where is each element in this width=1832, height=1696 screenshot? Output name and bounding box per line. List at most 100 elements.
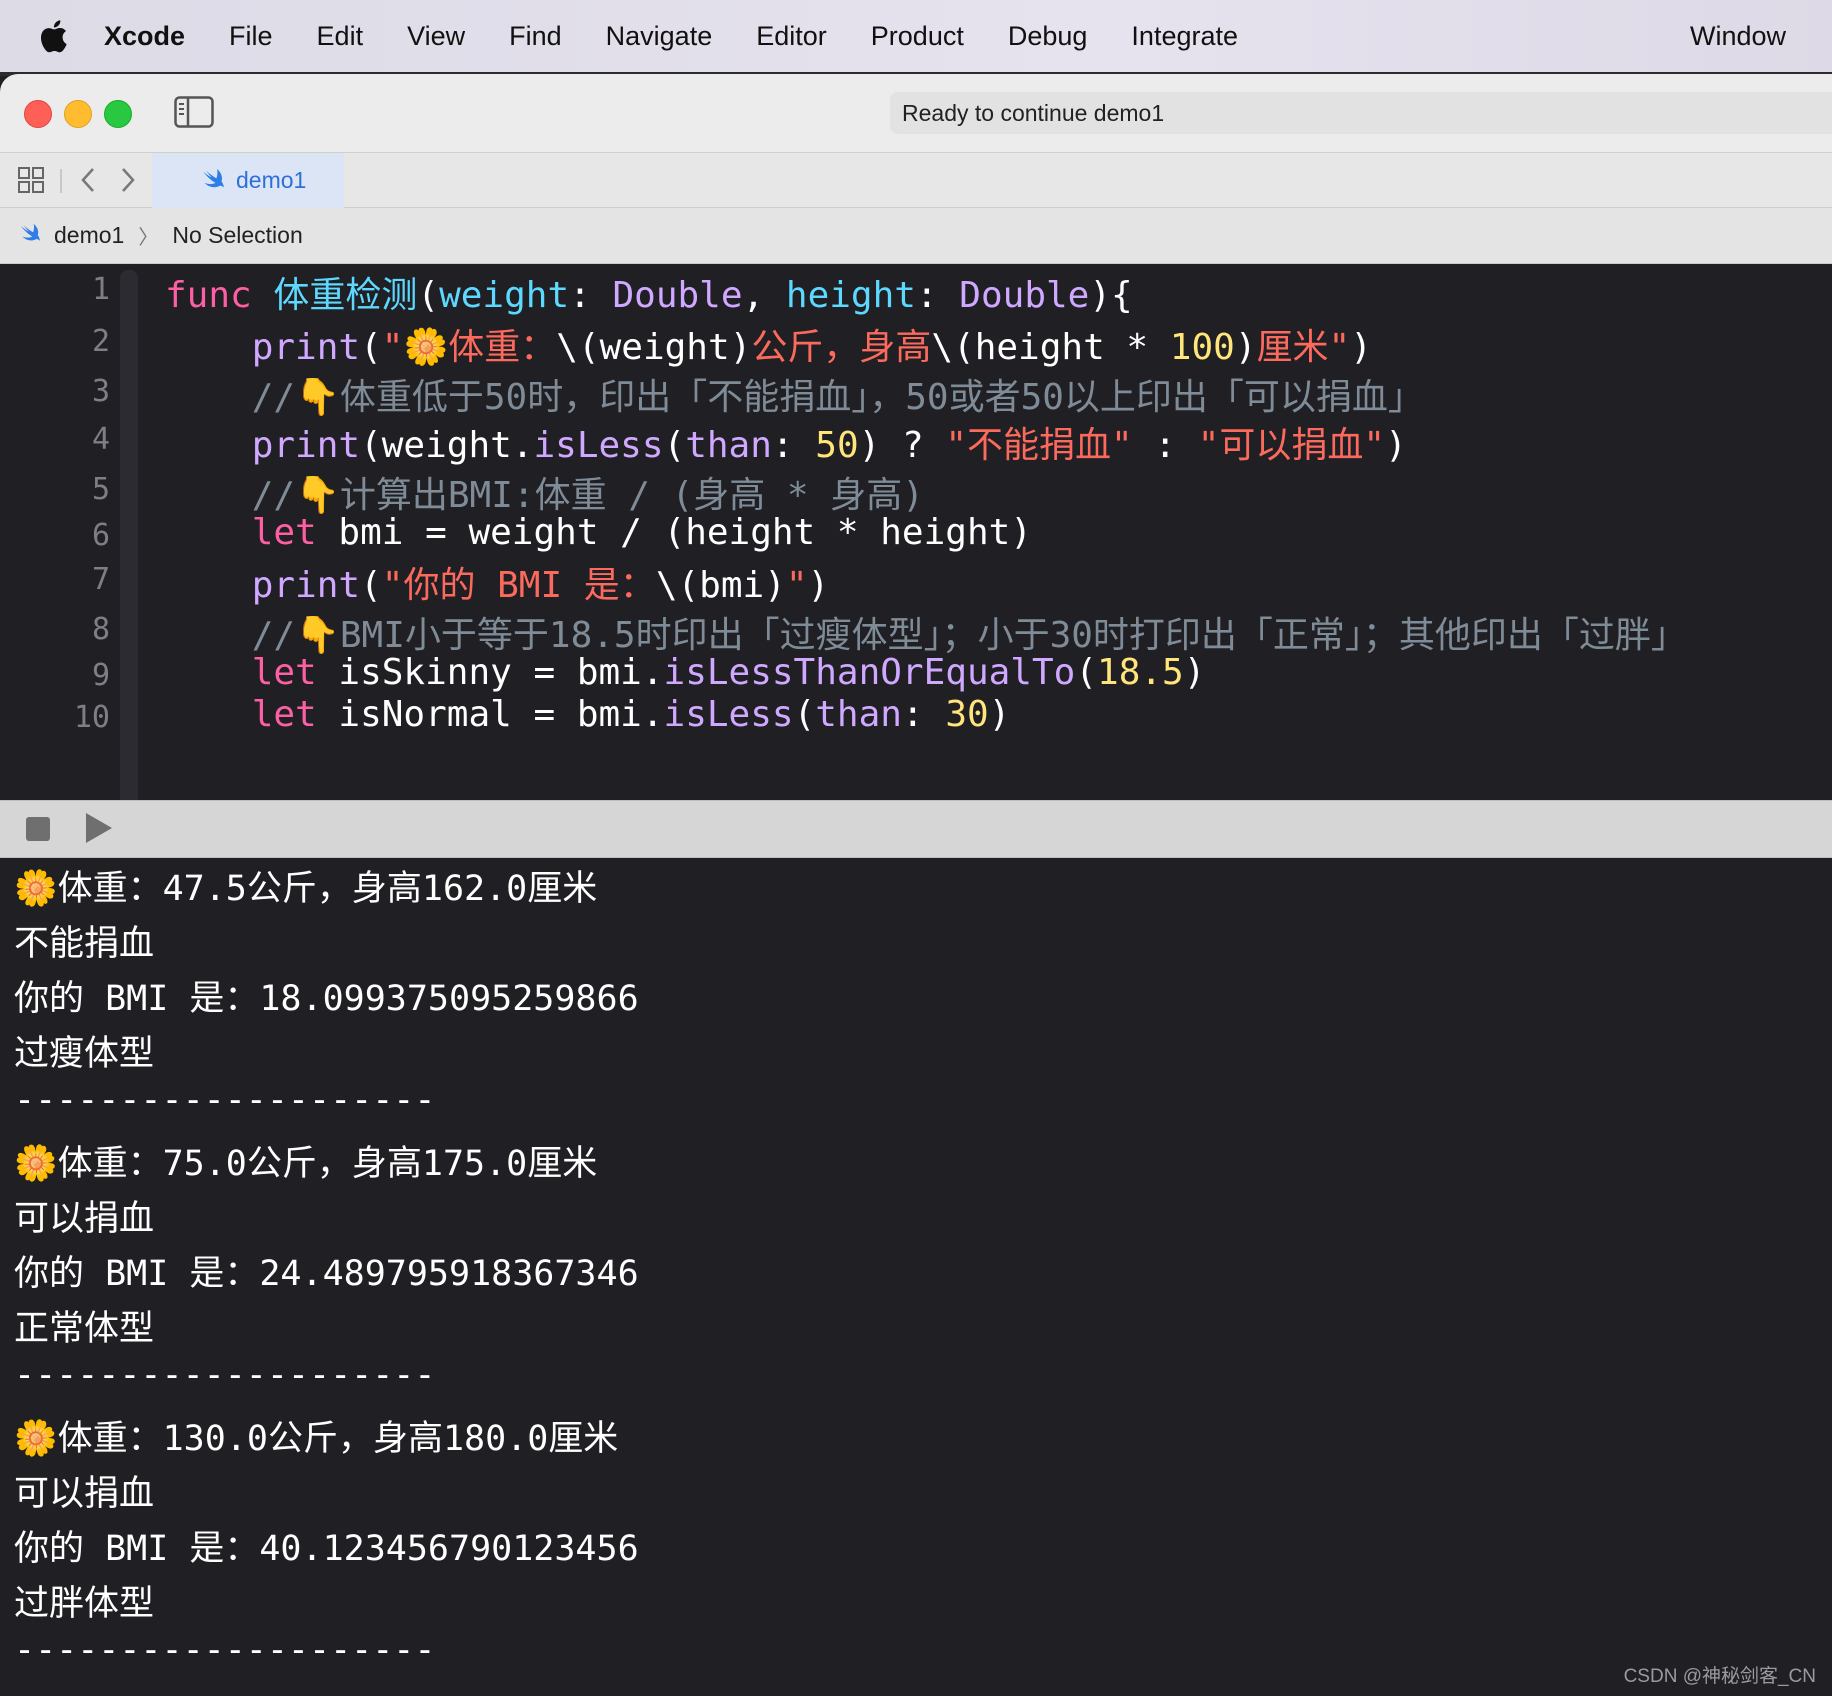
code-token: 公斤，身高: [751, 327, 932, 368]
code-line[interactable]: print("你的 BMI 是：\(bmi)"): [165, 556, 830, 608]
apple-logo-icon[interactable]: [38, 18, 72, 54]
sidebar-toggle-icon[interactable]: [174, 96, 214, 128]
console-line: 不能捐血: [14, 924, 155, 964]
code-token: bmi = weight / (height * height): [316, 512, 1032, 553]
line-number-gutter: 1 2 3 4 5 6 7 8 9 10: [0, 264, 120, 800]
chevron-left-icon[interactable]: [76, 163, 100, 197]
code-token: than: [685, 425, 772, 466]
breadcrumb-selection[interactable]: No Selection: [172, 222, 302, 249]
code-line[interactable]: //👇计算出BMI:体重 / (身高 * 身高): [165, 466, 924, 518]
code-token: ): [988, 694, 1011, 735]
code-line[interactable]: print("🌼体重：\(weight)公斤，身高\(height * 100)…: [165, 318, 1372, 370]
breadcrumb-project[interactable]: demo1: [54, 222, 124, 249]
menu-edit[interactable]: Edit: [317, 21, 364, 52]
menu-navigate[interactable]: Navigate: [606, 21, 713, 52]
code-line[interactable]: //👇BMI小于等于18.5时印出「过瘦体型」；小于30时打印出「正常」；其他印…: [165, 606, 1687, 658]
swift-icon: [200, 168, 226, 194]
console-line: 🌼体重：75.0公斤，身高175.0厘米: [14, 1144, 598, 1184]
chevron-right-icon[interactable]: [116, 163, 140, 197]
breadcrumb-separator-icon: 〉: [138, 227, 159, 249]
line-number: 1: [91, 272, 110, 307]
console-line: 可以捐血: [14, 1474, 155, 1514]
line-number: 9: [91, 658, 110, 693]
watermark: CSDN @神秘剑客_CN: [1623, 1666, 1816, 1687]
activity-status: Ready to continue demo1: [890, 92, 1832, 134]
code-token: ) ?: [858, 425, 946, 466]
line-number: 3: [91, 374, 110, 409]
console-line: --------------------: [14, 1355, 436, 1395]
console-line: 你的 BMI 是：24.489795918367346: [14, 1254, 639, 1294]
code-token: func: [165, 275, 274, 316]
tab-bar: demo1: [0, 152, 1832, 208]
code-token: //👇体重低于50时，印出「不能捐血」，50或者50以上印出「可以捐血」: [165, 377, 1424, 418]
close-window-button[interactable]: [24, 100, 52, 128]
code-token: ,: [742, 275, 786, 316]
tab-label: demo1: [236, 167, 307, 193]
stop-icon[interactable]: [26, 817, 50, 841]
related-items-grid-icon[interactable]: [16, 163, 46, 197]
code-token: (: [663, 425, 686, 466]
code-token: let: [251, 512, 317, 553]
play-icon[interactable]: [86, 813, 112, 843]
console-line: 可以捐血: [14, 1199, 155, 1239]
code-token: \(bmi): [655, 565, 786, 606]
code-line[interactable]: let isNormal = bmi.isLess(than: 30): [165, 694, 1011, 735]
code-line[interactable]: let isSkinny = bmi.isLessThanOrEqualTo(1…: [165, 652, 1206, 693]
code-token: than: [815, 694, 902, 735]
code-token: (weight.: [360, 425, 534, 466]
toolbar-divider: [60, 169, 62, 193]
code-token: "🌼体重：: [381, 327, 557, 368]
menu-debug[interactable]: Debug: [1008, 21, 1088, 52]
code-line[interactable]: //👇体重低于50时，印出「不能捐血」，50或者50以上印出「可以捐血」: [165, 368, 1424, 420]
code-token: :: [915, 275, 960, 316]
code-line[interactable]: print(weight.isLess(than: 50) ? "不能捐血" :…: [165, 416, 1407, 468]
code-token: :: [901, 694, 946, 735]
minimize-window-button[interactable]: [64, 100, 92, 128]
menu-product[interactable]: Product: [871, 21, 964, 52]
code-token: (: [1075, 652, 1098, 693]
console-line: 过胖体型: [14, 1584, 155, 1624]
tab-demo1[interactable]: demo1: [152, 153, 344, 208]
code-editor[interactable]: 1 2 3 4 5 6 7 8 9 10 func 体重检测(weight: Double, he…: [0, 264, 1832, 800]
code-token: 100: [1169, 327, 1235, 368]
menu-integrate[interactable]: Integrate: [1131, 21, 1238, 52]
code-line[interactable]: let bmi = weight / (height * height): [165, 512, 1032, 553]
code-token: :: [1132, 425, 1198, 466]
code-token: "不能捐血": [945, 425, 1133, 466]
code-token: isLess: [533, 425, 664, 466]
code-token: :: [569, 275, 613, 316]
menu-find[interactable]: Find: [509, 21, 562, 52]
code-line[interactable]: func 体重检测(weight: Double, height: Double…: [165, 266, 1133, 318]
console-output[interactable]: 🌼体重：47.5公斤，身高162.0厘米 不能捐血 你的 BMI 是：18.0993…: [0, 858, 1832, 1696]
debug-bar: [0, 800, 1832, 858]
zoom-window-button[interactable]: [104, 100, 132, 128]
xcode-window: Ready to continue demo1 demo1 demo1 〉 No…: [0, 74, 1832, 1696]
line-number: 8: [91, 612, 110, 647]
code-token: Double: [959, 275, 1090, 316]
menu-window[interactable]: Window: [1690, 0, 1786, 72]
code-token: 30: [945, 694, 989, 735]
line-number: 6: [91, 518, 110, 553]
code-token: isSkinny = bmi.: [316, 652, 664, 693]
console-line: --------------------: [14, 1630, 436, 1670]
menu-view[interactable]: View: [407, 21, 465, 52]
menu-bar: Xcode File Edit View Find Navigate Edito…: [0, 0, 1832, 72]
menu-file[interactable]: File: [229, 21, 273, 52]
menu-app-name[interactable]: Xcode: [104, 21, 185, 52]
code-folding-ribbon[interactable]: [120, 270, 138, 800]
console-line: 你的 BMI 是：40.123456790123456: [14, 1529, 639, 1569]
code-token: isLess: [663, 694, 794, 735]
code-token: print: [251, 565, 361, 606]
console-line: 过瘦体型: [14, 1034, 155, 1074]
code-token: ": [785, 565, 808, 606]
code-token: (: [793, 694, 816, 735]
code-token: 体重检测: [273, 275, 418, 316]
line-number: 2: [91, 324, 110, 359]
code-token: Double: [612, 275, 743, 316]
menu-editor[interactable]: Editor: [756, 21, 827, 52]
